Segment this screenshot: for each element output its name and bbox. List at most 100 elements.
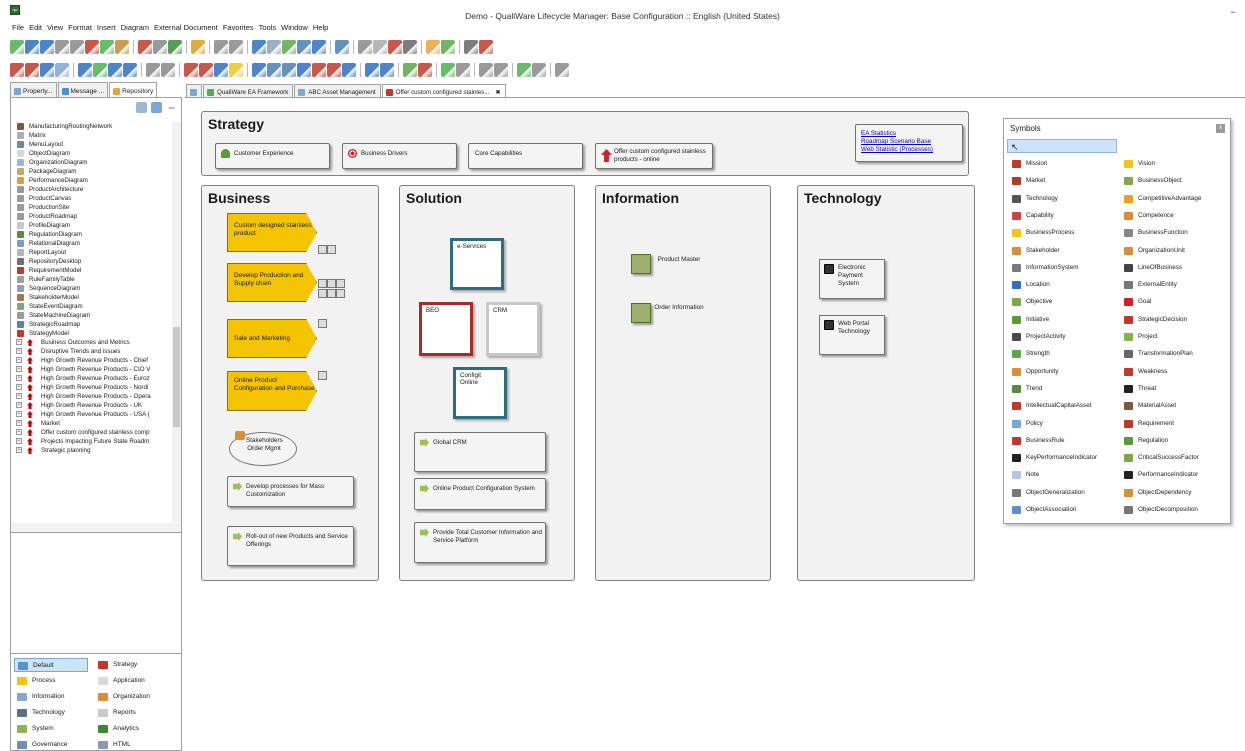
- toolbar-tool-icon[interactable]: [312, 40, 326, 54]
- tree-item[interactable]: ObjectDiagram: [11, 149, 181, 158]
- tree-item[interactable]: ProductRoadmap: [11, 212, 181, 221]
- toolbar-tool-icon[interactable]: [388, 40, 402, 54]
- toolbar-tool-icon[interactable]: [214, 63, 228, 77]
- tree-item[interactable]: ProductArchitecture: [11, 185, 181, 194]
- category-analytics[interactable]: Analytics: [95, 722, 175, 736]
- toolbar-tool-icon[interactable]: [282, 40, 296, 54]
- toolbar-tool-icon[interactable]: [168, 40, 182, 54]
- tree-item[interactable]: StateMachineDiagram: [11, 311, 181, 320]
- toolbar-tool-icon[interactable]: [25, 40, 39, 54]
- expand-icon[interactable]: +: [16, 339, 22, 345]
- symbol-goal[interactable]: Goal: [1122, 295, 1230, 309]
- toolbar-tool-icon[interactable]: [40, 63, 54, 77]
- symbol-businessprocess[interactable]: BusinessProcess: [1010, 226, 1118, 240]
- system-beo[interactable]: BEO: [419, 302, 473, 356]
- toolbar-tool-icon[interactable]: [282, 63, 296, 77]
- symbol-externalentity[interactable]: ExternalEntity: [1122, 278, 1230, 292]
- toolbar-tool-icon[interactable]: [78, 63, 92, 77]
- tree-child-item[interactable]: + High Growth Revenue Products - Euroz: [11, 374, 181, 383]
- category-strategy[interactable]: Strategy: [95, 658, 175, 672]
- toolbar-tool-icon[interactable]: [403, 63, 417, 77]
- project-online-product-config[interactable]: Online Product Configuration System: [414, 478, 546, 510]
- expand-icon[interactable]: +: [16, 348, 22, 354]
- symbol-strength[interactable]: Strength: [1010, 347, 1118, 361]
- toolbar-tool-icon[interactable]: [115, 40, 129, 54]
- project-mass-customization[interactable]: Develop processes for Mass Customization: [227, 476, 354, 507]
- symbol-threat[interactable]: Threat: [1122, 382, 1230, 396]
- toolbar-tool-icon[interactable]: [199, 63, 213, 77]
- toolbar-tool-icon[interactable]: [40, 40, 54, 54]
- symbol-competence[interactable]: Competence: [1122, 209, 1230, 223]
- expand-icon[interactable]: +: [16, 411, 22, 417]
- system-e-services[interactable]: e-Services: [450, 238, 504, 290]
- symbol-note[interactable]: Note: [1010, 468, 1118, 482]
- tree-item[interactable]: StateEventDiagram: [11, 302, 181, 311]
- system-configit-online[interactable]: Configit Online: [453, 367, 507, 419]
- toolbar-tool-icon[interactable]: [418, 63, 432, 77]
- symbol-location[interactable]: Location: [1010, 278, 1118, 292]
- symbol-objectdecomposition[interactable]: ObjectDecomposition: [1122, 503, 1230, 517]
- symbol-opportunity[interactable]: Opportunity: [1010, 365, 1118, 379]
- tree-child-item[interactable]: + Offer custom configured stainless comp: [11, 428, 181, 437]
- menu-item-edit[interactable]: Edit: [29, 21, 47, 35]
- tree-item[interactable]: Matrix: [11, 131, 181, 140]
- tree-item[interactable]: StrategicRoadmap: [11, 320, 181, 329]
- minimize-button[interactable]: −: [1229, 8, 1237, 17]
- symbol-keyperformanceindicator[interactable]: KeyPerformanceIndicator: [1010, 451, 1118, 465]
- sync-arrows-icon[interactable]: ⇔: [166, 102, 177, 113]
- toolbar-tool-icon[interactable]: [70, 40, 84, 54]
- tree-child-item[interactable]: + Projects Impacting Future State Roadm: [11, 437, 181, 446]
- toolbar-tool-icon[interactable]: [184, 63, 198, 77]
- tree-child-item[interactable]: + Strategic planning: [11, 446, 181, 455]
- symbol-businessobject[interactable]: BusinessObject: [1122, 174, 1230, 188]
- symbol-transformationplan[interactable]: TransformationPlan: [1122, 347, 1230, 361]
- symbol-market[interactable]: Market: [1010, 174, 1118, 188]
- toolbar-tool-icon[interactable]: [85, 40, 99, 54]
- technology-section[interactable]: Technology Electronic Payment System Web…: [797, 185, 975, 581]
- category-default[interactable]: Default: [14, 658, 88, 672]
- tree-item[interactable]: StakeholderModel: [11, 293, 181, 302]
- category-system[interactable]: System: [14, 722, 88, 736]
- tree-vertical-scrollbar[interactable]: [172, 122, 181, 522]
- toolbar-tool-icon[interactable]: [479, 40, 493, 54]
- expand-icon[interactable]: +: [16, 402, 22, 408]
- toolbar-tool-icon[interactable]: [441, 40, 455, 54]
- tree-child-item[interactable]: + High Growth Revenue Products - Chief: [11, 356, 181, 365]
- tree-item[interactable]: SequenceDiagram: [11, 284, 181, 293]
- symbol-performanceindicator[interactable]: PerformanceIndicator: [1122, 468, 1230, 482]
- toolbar-tool-icon[interactable]: [229, 40, 243, 54]
- toolbar-tool-icon[interactable]: [380, 63, 394, 77]
- menu-item-favorites[interactable]: Favorites: [223, 21, 259, 35]
- info-object-order-information[interactable]: [631, 303, 651, 323]
- category-process[interactable]: Process: [14, 674, 88, 688]
- symbol-technology[interactable]: Technology: [1010, 192, 1118, 206]
- toolbar-tool-icon[interactable]: [108, 63, 122, 77]
- symbol-objectdependency[interactable]: ObjectDependency: [1122, 486, 1230, 500]
- symbol-intellectualcapitalasset[interactable]: IntellectualCapitalAsset: [1010, 399, 1118, 413]
- symbol-objectassociation[interactable]: ObjectAssociation: [1010, 503, 1118, 517]
- project-global-crm[interactable]: Global CRM: [414, 432, 546, 472]
- toolbar-tool-icon[interactable]: [55, 40, 69, 54]
- menu-item-insert[interactable]: Insert: [97, 21, 121, 35]
- tab-close-icon[interactable]: ✖: [496, 89, 501, 96]
- tree-child-item[interactable]: + High Growth Revenue Products - CIO V: [11, 365, 181, 374]
- menu-item-window[interactable]: Window: [281, 21, 313, 35]
- symbol-businessrule[interactable]: BusinessRule: [1010, 434, 1118, 448]
- symbol-projectactivity[interactable]: ProjectActivity: [1010, 330, 1118, 344]
- toolbar-tool-icon[interactable]: [267, 40, 281, 54]
- tree-item[interactable]: ProductCanvas: [11, 194, 181, 203]
- toolbar-tool-icon[interactable]: [555, 63, 569, 77]
- information-section[interactable]: Information Product Master Order Informa…: [595, 185, 771, 581]
- toolbar-tool-icon[interactable]: [161, 63, 175, 77]
- strategy-item-core-capabilities[interactable]: Core Capabilities: [468, 143, 583, 169]
- toolbar-tool-icon[interactable]: [55, 63, 69, 77]
- tree-item[interactable]: StrategyModel: [11, 329, 181, 338]
- toolbar-tool-icon[interactable]: [479, 63, 493, 77]
- symbol-regulation[interactable]: Regulation: [1122, 434, 1230, 448]
- symbol-requirement[interactable]: Requirement: [1122, 417, 1230, 431]
- expand-icon[interactable]: +: [16, 420, 22, 426]
- symbol-criticalsuccessfactor[interactable]: CriticalSuccessFactor: [1122, 451, 1230, 465]
- menu-item-help[interactable]: Help: [313, 21, 333, 35]
- toolbar-tool-icon[interactable]: [403, 40, 417, 54]
- tree-item[interactable]: PackageDiagram: [11, 167, 181, 176]
